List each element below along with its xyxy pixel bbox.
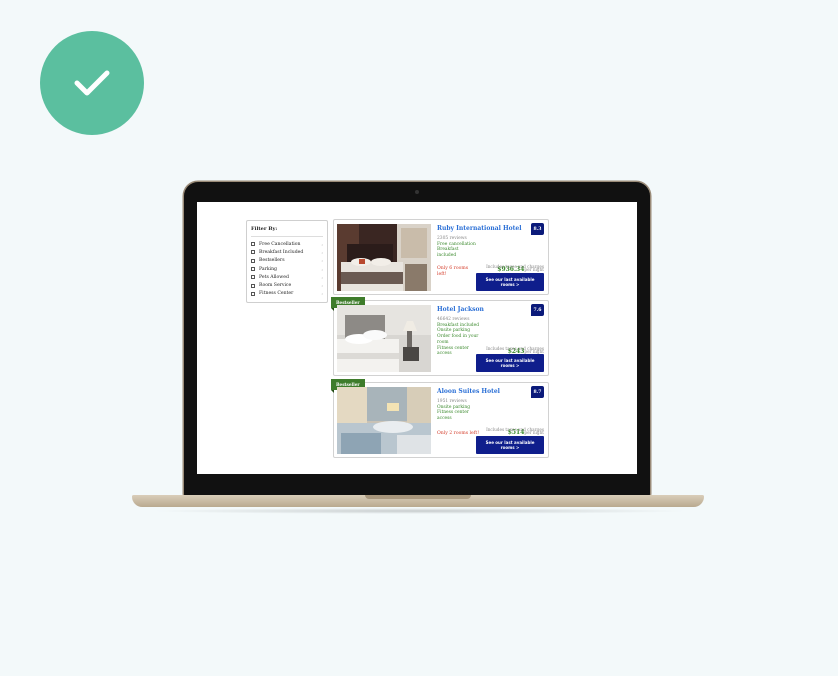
filter-label: Fitness Center [259, 291, 294, 297]
filter-label: Free Cancellation [259, 241, 301, 247]
laptop-shadow [150, 508, 690, 514]
camera-icon [415, 190, 419, 194]
laptop-notch [365, 495, 471, 499]
feature: access [437, 416, 452, 422]
filter-title: Filter By: [251, 226, 323, 237]
hotel-meta: 1951 reviews Onsite parking Fitness cent… [437, 399, 483, 422]
hotel-card[interactable]: Bestseller Hotel Jackson 7.6 46642 revie… [331, 297, 549, 376]
checkbox[interactable] [251, 283, 255, 288]
filter-fitness-center[interactable]: Fitness Center › [251, 290, 323, 298]
laptop-screen: Filter By: Free Cancellation › Breakfast… [197, 202, 637, 474]
feature: Order food in your room [437, 334, 479, 345]
hotel-card[interactable]: Ruby International Hotel 8.3 2305 review… [333, 219, 549, 295]
checkbox[interactable] [251, 275, 255, 280]
review-score: 7.6 [531, 304, 544, 316]
chevron-right-icon: › [321, 274, 323, 280]
filter-breakfast-included[interactable]: Breakfast Included › [251, 248, 323, 256]
scarcity-notice: Only 6 rooms left! [437, 266, 469, 277]
checkbox[interactable] [251, 242, 255, 247]
filter-label: Room Service [259, 283, 292, 289]
chevron-right-icon: › [321, 266, 323, 272]
chevron-right-icon: › [321, 258, 323, 264]
success-badge [40, 31, 144, 135]
filter-free-cancellation[interactable]: Free Cancellation › [251, 240, 323, 248]
checkbox[interactable] [251, 267, 255, 272]
filter-bestsellers[interactable]: Bestsellers › [251, 257, 323, 265]
review-score: 8.3 [531, 223, 544, 235]
filter-parking[interactable]: Parking › [251, 265, 323, 273]
chevron-right-icon: › [321, 283, 323, 289]
see-rooms-button[interactable]: See our last available rooms > [476, 354, 544, 372]
filter-label: Bestsellers [259, 258, 285, 264]
chevron-right-icon: › [321, 249, 323, 255]
laptop-base [132, 495, 704, 507]
hotel-photo[interactable] [337, 387, 431, 454]
filter-label: Parking [259, 266, 277, 272]
see-rooms-button[interactable]: See our last available rooms > [476, 273, 544, 291]
chevron-right-icon: › [321, 241, 323, 247]
filter-pets-allowed[interactable]: Pets Allowed › [251, 273, 323, 281]
checkbox[interactable] [251, 258, 255, 263]
taxes-note: Includes taxes and charges [486, 346, 544, 351]
filter-room-service[interactable]: Room Service › [251, 281, 323, 289]
hotel-name[interactable]: Aloon Suites Hotel [437, 388, 500, 395]
taxes-note: Includes taxes and charges [486, 427, 544, 432]
hotel-card[interactable]: Bestseller Aloon Suites Hotel 8.7 1951 r… [331, 379, 549, 458]
see-rooms-button[interactable]: See our last available rooms > [476, 436, 544, 454]
hotel-meta: 46642 reviews Breakfast included Onsite … [437, 317, 483, 357]
laptop: Filter By: Free Cancellation › Breakfast… [184, 182, 650, 496]
review-score: 8.7 [531, 386, 544, 398]
checkbox[interactable] [251, 250, 255, 255]
hotel-name[interactable]: Ruby International Hotel [437, 225, 522, 232]
checkbox[interactable] [251, 291, 255, 296]
filter-panel: Filter By: Free Cancellation › Breakfast… [246, 220, 328, 303]
hotel-photo[interactable] [337, 224, 431, 291]
check-icon [74, 70, 110, 96]
hotel-meta: 2305 reviews Free cancellation Breakfast… [437, 236, 483, 259]
feature: included [437, 253, 457, 259]
chevron-right-icon: › [321, 291, 323, 297]
taxes-note: Includes taxes and charges [486, 264, 544, 269]
filter-label: Pets Allowed [259, 274, 289, 280]
hotel-name[interactable]: Hotel Jackson [437, 306, 484, 313]
hotel-photo[interactable] [337, 305, 431, 372]
filter-label: Breakfast Included [259, 249, 304, 255]
